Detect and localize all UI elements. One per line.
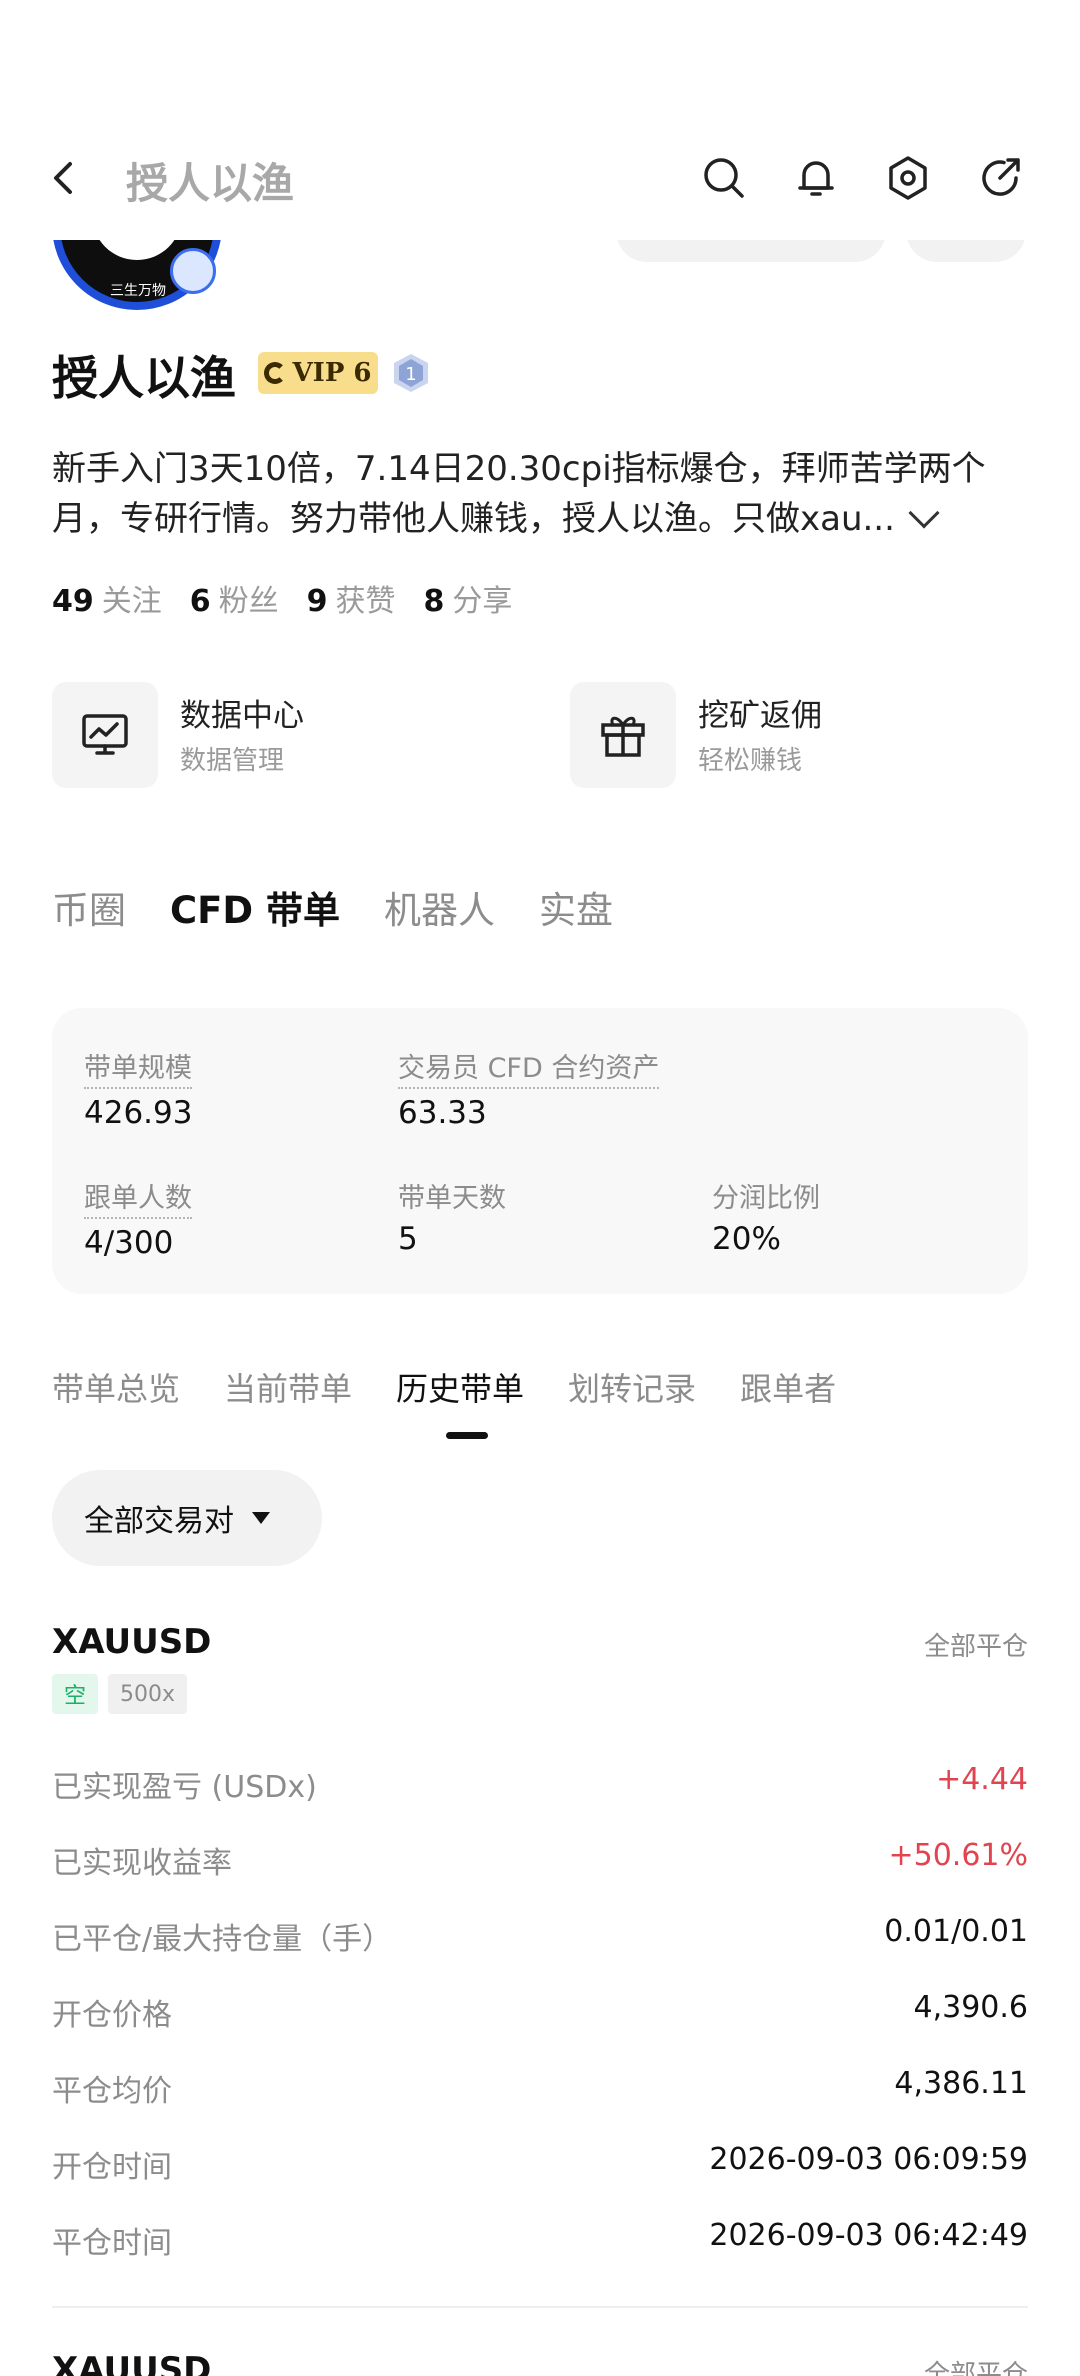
filter-label: 全部交易对 — [84, 1504, 234, 1539]
sub-tabs: 带单总览 当前带单 历史带单 划转记录 跟单者 — [52, 1364, 836, 1410]
search-icon[interactable] — [700, 154, 748, 202]
row-close-avg-price: 平仓均价 4,386.11 — [52, 2066, 1028, 2109]
history-position-card[interactable]: XAUUSD 全部平仓 空 500x 已实现盈亏 (USDx) +4.44 已实现… — [52, 1622, 1028, 2262]
leverage-badge: 500x — [108, 1674, 188, 1714]
tab-followers[interactable]: 跟单者 — [740, 1364, 836, 1410]
metric-value: 4/300 — [84, 1225, 174, 1261]
vip-label: VIP 6 — [292, 358, 372, 388]
metric-value: 63.33 — [398, 1095, 487, 1131]
metric-value: 5 — [398, 1221, 418, 1257]
metric-followers: 跟单人数 4/300 — [84, 1176, 192, 1261]
profile-bio[interactable]: 新手入门3天10倍，7.14日20.30cpi指标爆仓，拜师苦学两个月，专研行情… — [52, 444, 1042, 544]
row-open-time: 开仓时间 2026-09-03 06:09:59 — [52, 2142, 1028, 2185]
metric-label[interactable]: 跟单人数 — [84, 1176, 192, 1219]
divider — [52, 2306, 1028, 2308]
metric-days: 带单天数 5 — [398, 1176, 506, 1257]
position-symbol: XAUUSD — [52, 2350, 212, 2376]
history-position-card[interactable]: XAUUSD 全部平仓 — [52, 2350, 1028, 2376]
gift-icon — [601, 716, 645, 757]
tab-robot[interactable]: 机器人 — [384, 880, 495, 934]
row-realized-pnl: 已实现盈亏 (USDx) +4.44 — [52, 1762, 1028, 1805]
tab-cfd-copy[interactable]: CFD 带单 — [170, 880, 340, 934]
bio-text: 新手入门3天10倍，7.14日20.30cpi指标爆仓，拜师苦学两个月，专研行情… — [52, 449, 986, 539]
profile-stats: 49 关注 6 粉丝 9 获赞 8 分享 — [52, 576, 512, 620]
metric-profit-share: 分润比例 20% — [712, 1176, 820, 1257]
tool-title: 挖矿返佣 — [698, 698, 822, 734]
tool-subtitle: 轻松赚钱 — [698, 746, 803, 776]
share-icon[interactable] — [976, 154, 1024, 202]
avatar-caption: 三生万物 — [110, 283, 166, 299]
stat-fans[interactable]: 6 粉丝 — [190, 576, 279, 620]
tab-current-orders[interactable]: 当前带单 — [224, 1364, 352, 1410]
main-tabs: 币圈 CFD 带单 机器人 实盘 — [52, 880, 613, 934]
stat-shares[interactable]: 8 分享 — [424, 576, 513, 620]
side-badge: 空 — [52, 1674, 99, 1714]
vip-logo-icon — [264, 362, 287, 384]
tool-mining-rebate[interactable]: 挖矿返佣 轻松赚钱 — [570, 682, 1010, 788]
close-all-status: 全部平仓 — [923, 2360, 1028, 2376]
tool-data-center[interactable]: 数据中心 数据管理 — [52, 682, 492, 788]
position-badges: 空 500x — [52, 1674, 188, 1714]
pair-filter-dropdown[interactable]: 全部交易对 — [52, 1470, 322, 1566]
tool-title: 数据中心 — [180, 698, 304, 734]
copy-trading-summary-card: 带单规模 426.93 交易员 CFD 合约资产 63.33 跟单人数 4/30… — [52, 1008, 1028, 1294]
metric-label[interactable]: 带单规模 — [84, 1046, 193, 1089]
level-number: 1 — [405, 364, 416, 385]
active-tab-indicator — [446, 1432, 488, 1439]
close-all-status: 全部平仓 — [923, 1632, 1028, 1662]
chart-monitor-icon — [82, 714, 128, 755]
stat-likes[interactable]: 9 获赞 — [307, 576, 396, 620]
tab-overview[interactable]: 带单总览 — [52, 1364, 180, 1410]
top-bar: 授人以渔 — [0, 0, 1080, 240]
profile-name: 授人以渔 — [52, 351, 236, 405]
tab-history-orders[interactable]: 历史带单 — [396, 1364, 524, 1410]
page-title: 授人以渔 — [126, 159, 295, 208]
tab-live[interactable]: 实盘 — [539, 880, 613, 934]
metric-label[interactable]: 交易员 CFD 合约资产 — [398, 1046, 660, 1089]
metric-assets: 交易员 CFD 合约资产 63.33 — [398, 1046, 660, 1131]
row-close-time: 平仓时间 2026-09-03 06:42:49 — [52, 2218, 1028, 2261]
vip-badge[interactable]: VIP 6 — [258, 352, 378, 394]
hex-settings-icon[interactable] — [884, 154, 932, 202]
tab-crypto[interactable]: 币圈 — [52, 880, 126, 934]
bell-icon[interactable] — [792, 154, 840, 202]
position-symbol: XAUUSD — [52, 1622, 212, 1662]
metric-scale: 带单规模 426.93 — [84, 1046, 193, 1131]
metric-value: 20% — [712, 1221, 781, 1257]
row-realized-return: 已实现收益率 +50.61% — [52, 1838, 1028, 1881]
back-arrow-icon[interactable] — [44, 158, 84, 198]
row-open-price: 开仓价格 4,390.6 — [52, 1990, 1028, 2033]
metric-label: 带单天数 — [398, 1183, 506, 1214]
level-badge-icon[interactable]: 1 — [390, 352, 432, 394]
metric-label: 分润比例 — [712, 1183, 820, 1214]
tab-transfer-records[interactable]: 划转记录 — [568, 1364, 696, 1410]
row-closed-max-size: 已平仓/最大持仓量（手） 0.01/0.01 — [52, 1914, 1028, 1957]
dropdown-caret-icon — [252, 1512, 270, 1524]
metric-value: 426.93 — [84, 1095, 193, 1131]
rocket-badge-icon — [170, 248, 216, 294]
stat-following[interactable]: 49 关注 — [52, 576, 162, 620]
expand-chevron-icon[interactable] — [908, 497, 940, 529]
tool-subtitle: 数据管理 — [180, 746, 285, 776]
